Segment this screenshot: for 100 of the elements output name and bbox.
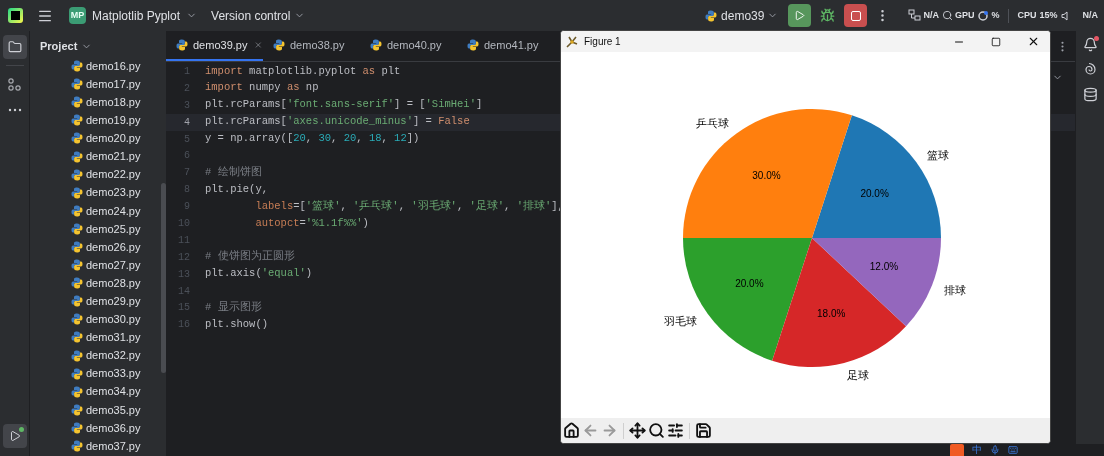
file-item[interactable]: demo16.py xyxy=(86,57,141,75)
project-tool-button[interactable] xyxy=(2,35,27,59)
run-tool-button[interactable] xyxy=(2,424,27,448)
file-type-icon xyxy=(71,168,83,181)
file-type-icon xyxy=(71,96,83,109)
status-text: CPU xyxy=(1017,8,1037,22)
file-item[interactable]: demo34.py xyxy=(86,383,141,400)
file-type-icon xyxy=(467,39,479,51)
editor-tab[interactable]: demo40.py xyxy=(360,31,457,61)
code-line: import numpy as np xyxy=(205,80,319,96)
file-item[interactable]: demo26.py xyxy=(86,238,141,256)
file-item[interactable]: demo32.py xyxy=(86,347,141,364)
maximize-icon[interactable] xyxy=(991,36,1001,47)
run-configuration[interactable]: demo39 xyxy=(721,6,765,25)
file-type-icon xyxy=(71,204,83,217)
file-type-icon xyxy=(71,331,83,344)
speaker-icon xyxy=(1060,10,1071,21)
slice-label: 篮球 xyxy=(926,148,949,161)
more-icon[interactable] xyxy=(7,108,22,112)
file-type-icon xyxy=(71,114,83,127)
file-type-icon xyxy=(71,241,83,253)
database-icon[interactable] xyxy=(1082,87,1098,102)
file-type-icon xyxy=(71,349,83,362)
slice-label: 乒乓球 xyxy=(695,117,729,130)
editor-tab[interactable]: demo41.py xyxy=(457,31,554,61)
slice-label: 羽毛球 xyxy=(664,315,698,328)
status-text: % xyxy=(991,8,1000,22)
file-type-icon xyxy=(71,440,83,452)
file-item[interactable]: demo19.py xyxy=(86,112,141,129)
file-type-icon xyxy=(370,39,382,51)
sliders-icon[interactable] xyxy=(667,422,684,439)
project-badge: MP xyxy=(69,7,86,24)
app-logo-icon[interactable] xyxy=(8,8,23,23)
file-item[interactable]: demo33.py xyxy=(86,365,141,382)
file-item[interactable]: demo28.py xyxy=(86,274,141,292)
file-item[interactable]: demo17.py xyxy=(86,75,141,93)
file-item[interactable]: demo20.py xyxy=(86,130,141,147)
search-icon[interactable] xyxy=(648,422,665,439)
file-item[interactable]: demo30.py xyxy=(86,311,141,328)
code-line: # 绘制饼图 xyxy=(205,164,262,180)
figure-icon xyxy=(566,35,578,48)
structure-icon[interactable] xyxy=(7,78,22,92)
keyboard-icon[interactable] xyxy=(1008,445,1018,455)
editor-tab[interactable]: demo38.py xyxy=(263,31,360,61)
version-control-menu[interactable]: Version control xyxy=(211,6,291,25)
notification-icon[interactable] xyxy=(1082,37,1098,52)
file-type-icon xyxy=(71,295,83,308)
file-item[interactable]: demo31.py xyxy=(86,329,141,346)
file-item[interactable]: demo23.py xyxy=(86,184,141,201)
close-icon[interactable] xyxy=(1027,35,1040,48)
code-line: plt.rcParams['axes.unicode_minus'] = False xyxy=(205,114,470,130)
spiral-icon[interactable] xyxy=(1082,62,1098,77)
file-item[interactable]: demo37.py xyxy=(86,437,141,455)
debug-icon[interactable] xyxy=(820,8,836,23)
run-button[interactable] xyxy=(788,4,812,27)
home-icon[interactable] xyxy=(563,422,580,439)
file-item[interactable]: demo24.py xyxy=(86,202,141,220)
percent-label: 30.0% xyxy=(752,170,781,182)
editor-tab[interactable]: demo39.py xyxy=(166,31,263,61)
percent-label: 20.0% xyxy=(735,278,764,290)
file-item[interactable]: demo36.py xyxy=(86,419,141,437)
file-item[interactable]: demo29.py xyxy=(86,293,141,310)
play-icon xyxy=(794,10,806,21)
file-type-icon xyxy=(71,222,83,235)
file-item[interactable]: demo27.py xyxy=(86,256,141,274)
project-name[interactable]: Matplotlib Pyplot xyxy=(92,6,181,25)
file-type-icon xyxy=(273,39,285,51)
file-type-icon xyxy=(705,9,718,22)
percent-label: 20.0% xyxy=(860,187,889,199)
percent-label: 18.0% xyxy=(817,307,846,319)
slice-label: 足球 xyxy=(847,369,870,382)
file-type-icon xyxy=(71,60,83,73)
file-type-icon xyxy=(71,186,83,199)
file-type-icon xyxy=(71,259,83,272)
code-line: y = np.array([20, 30, 20, 18, 12]) xyxy=(205,131,420,147)
file-item[interactable]: demo22.py xyxy=(86,166,141,183)
percent-label: 12.0% xyxy=(869,261,899,273)
file-type-icon xyxy=(176,39,188,51)
search-icon xyxy=(941,10,953,21)
status-text: GPU xyxy=(954,8,975,22)
code-line: plt.show() xyxy=(205,316,268,332)
window-title: Figure 1 xyxy=(584,35,621,49)
file-item[interactable]: demo35.py xyxy=(86,401,141,419)
move-icon[interactable] xyxy=(629,422,646,439)
file-type-icon xyxy=(71,421,83,434)
code-line: # 使饼图为正圆形 xyxy=(205,249,295,265)
code-line: plt.rcParams['font.sans-serif'] = ['SimHei'] xyxy=(205,97,483,113)
microphone-icon[interactable] xyxy=(990,445,1000,455)
panel-title[interactable]: Project xyxy=(40,38,78,55)
save-icon[interactable] xyxy=(695,422,712,439)
stop-button[interactable] xyxy=(844,4,868,27)
network-icon xyxy=(908,9,922,22)
file-type-icon xyxy=(71,78,83,91)
file-item[interactable]: demo25.py xyxy=(86,220,141,238)
code-line: plt.axis('equal') xyxy=(205,266,313,282)
file-item[interactable]: demo18.py xyxy=(86,94,141,111)
file-item[interactable]: demo21.py xyxy=(86,148,141,165)
ime-mode[interactable]: 中 xyxy=(972,444,982,456)
slice-label: 排球 xyxy=(943,284,966,297)
line-number: 4 xyxy=(183,115,190,130)
